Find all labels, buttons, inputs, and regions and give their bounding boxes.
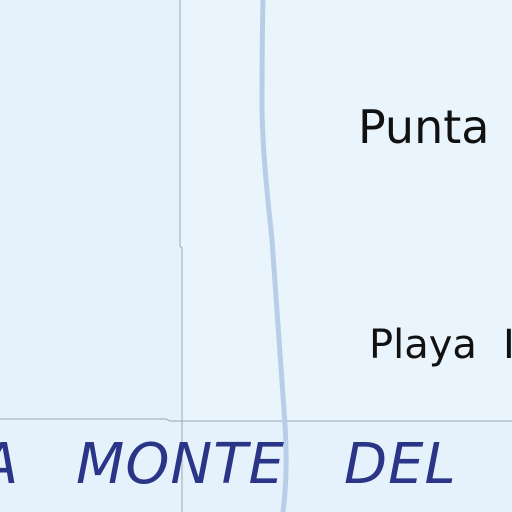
place-label-playa-cut: I	[503, 322, 512, 368]
place-label-punta[interactable]: Punta	[358, 100, 489, 154]
sea-label-del: DEL	[344, 432, 457, 497]
place-label-playa[interactable]: Playa	[369, 322, 477, 368]
sea-label-monte: MONTE	[76, 432, 285, 497]
sea-label-a: A	[0, 432, 19, 497]
